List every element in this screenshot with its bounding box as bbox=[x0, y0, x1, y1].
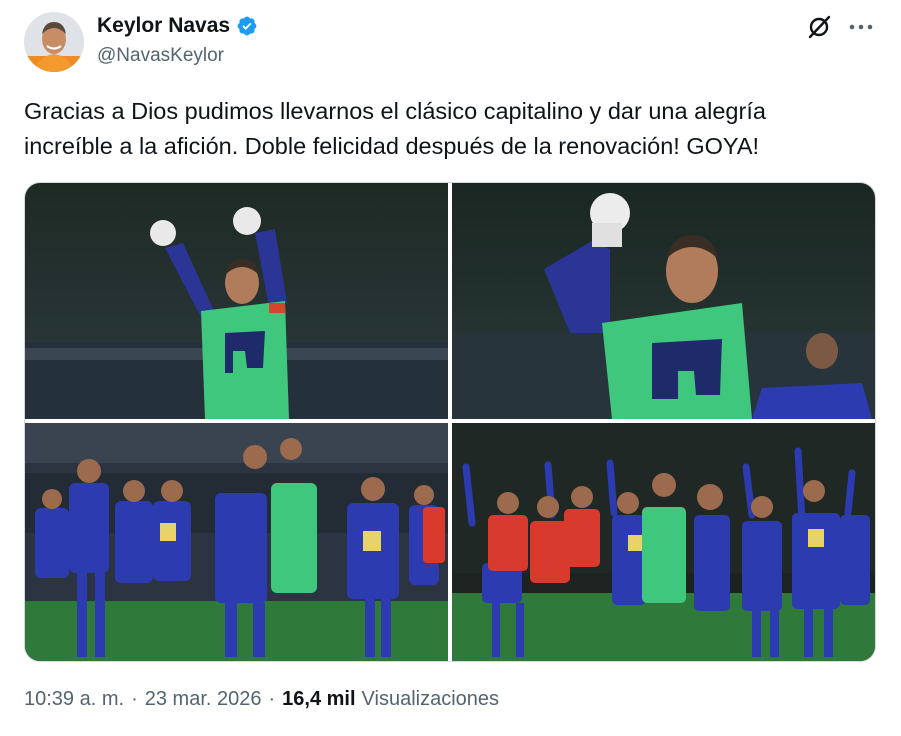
tweet-meta: 10:39 a. m. · 23 mar. 2026 · 16,4 mil Vi… bbox=[24, 688, 499, 711]
tweet-text: Gracias a Dios pudimos llevarnos el clás… bbox=[24, 94, 874, 164]
author-name-row[interactable]: Keylor Navas bbox=[97, 14, 258, 38]
photo-goalkeeper-fist-closeup bbox=[452, 183, 875, 419]
grok-icon bbox=[808, 15, 831, 39]
views-count: 16,4 mil bbox=[282, 688, 356, 710]
avatar[interactable] bbox=[24, 12, 84, 72]
photo-team-hugging-on-pitch bbox=[25, 423, 448, 661]
photo-goalkeeper-celebrating-both-fists bbox=[25, 183, 448, 419]
meta-separator: · bbox=[131, 688, 138, 710]
photo-4[interactable] bbox=[452, 423, 875, 661]
media-grid bbox=[24, 182, 876, 662]
photo-3[interactable] bbox=[25, 423, 448, 661]
photo-1[interactable] bbox=[25, 183, 448, 419]
more-button[interactable] bbox=[846, 12, 876, 42]
tweet-time[interactable]: 10:39 a. m. bbox=[24, 688, 124, 711]
tweet-text-line: increíble a la afición. Doble felicidad … bbox=[24, 133, 760, 159]
author-handle[interactable]: @NavasKeylor bbox=[97, 45, 224, 67]
photo-team-saluting-crowd bbox=[452, 423, 875, 661]
tweet-text-line: Gracias a Dios pudimos llevarnos el clás… bbox=[24, 98, 766, 124]
more-icon bbox=[849, 24, 873, 30]
views-label: Visualizaciones bbox=[361, 688, 500, 710]
profile-photo bbox=[24, 12, 84, 72]
grok-button[interactable] bbox=[804, 12, 834, 42]
photo-2[interactable] bbox=[452, 183, 875, 419]
verified-badge-icon[interactable] bbox=[236, 15, 258, 37]
meta-separator: · bbox=[268, 688, 276, 710]
tweet-date[interactable]: 23 mar. 2026 bbox=[145, 688, 262, 711]
display-name[interactable]: Keylor Navas bbox=[97, 14, 230, 38]
